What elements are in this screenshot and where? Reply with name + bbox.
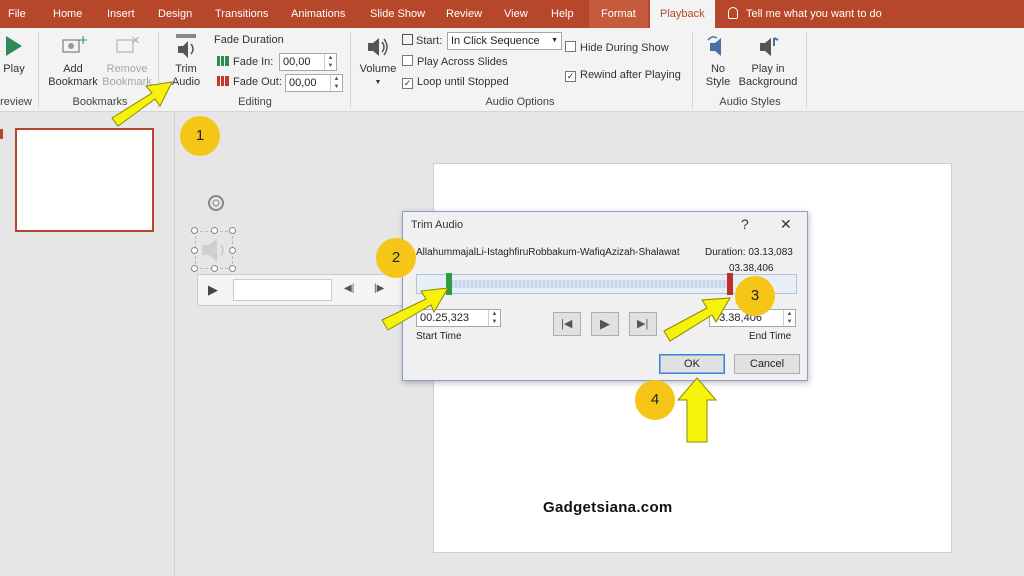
arrow-icon	[676, 377, 718, 443]
step-badge-2: 2	[376, 238, 416, 278]
arrow-icon	[111, 81, 173, 127]
arrow-icon	[381, 287, 449, 331]
step-badge-4: 4	[635, 380, 675, 420]
step-badge-3: 3	[735, 276, 775, 316]
arrow-icon	[663, 297, 731, 342]
annotation-arrows	[111, 81, 731, 443]
step-badge-1: 1	[180, 116, 220, 156]
